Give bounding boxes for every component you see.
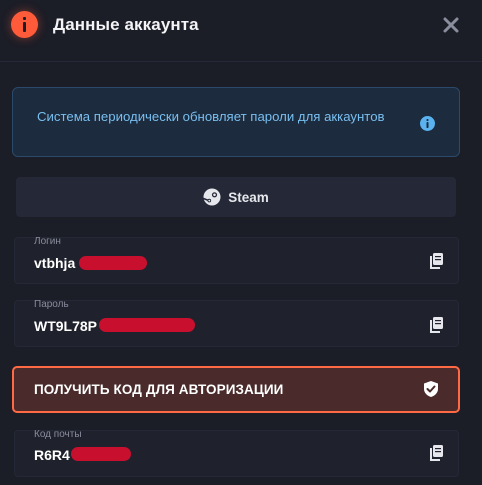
copy-icon[interactable] bbox=[429, 316, 445, 334]
notice-text: Система периодически обновляет пароли дл… bbox=[37, 109, 385, 124]
password-field: Пароль WT9L78P bbox=[14, 299, 459, 347]
shield-check-icon bbox=[424, 381, 438, 397]
email-code-label: Код почты bbox=[34, 429, 82, 440]
password-value: WT9L78P bbox=[34, 318, 98, 334]
get-auth-code-label: ПОЛУЧИТЬ КОД ДЛЯ АВТОРИЗАЦИИ bbox=[34, 382, 284, 397]
email-code-field: Код почты R6R4 bbox=[14, 429, 459, 477]
password-label: Пароль bbox=[34, 299, 69, 310]
steam-icon bbox=[203, 188, 221, 206]
modal-header: Данные аккаунта bbox=[0, 0, 482, 52]
password-redaction bbox=[99, 318, 195, 332]
steam-label: Steam bbox=[228, 189, 269, 205]
copy-icon[interactable] bbox=[429, 444, 445, 462]
login-field: Логин vtbhja bbox=[14, 236, 459, 284]
modal-title: Данные аккаунта bbox=[53, 15, 199, 34]
email-code-value: R6R4 bbox=[34, 447, 70, 463]
header-divider bbox=[0, 61, 482, 62]
get-auth-code-button[interactable]: ПОЛУЧИТЬ КОД ДЛЯ АВТОРИЗАЦИИ bbox=[12, 366, 460, 413]
steam-platform-button[interactable]: Steam bbox=[16, 177, 456, 217]
close-icon bbox=[443, 17, 459, 33]
password-rotation-notice: Система периодически обновляет пароли дл… bbox=[12, 87, 460, 157]
login-redaction bbox=[79, 256, 147, 270]
info-icon bbox=[420, 116, 435, 131]
close-button[interactable] bbox=[441, 15, 461, 35]
login-label: Логин bbox=[34, 236, 61, 247]
login-value: vtbhja bbox=[34, 255, 76, 271]
copy-icon[interactable] bbox=[429, 252, 445, 270]
info-alert-icon bbox=[11, 11, 38, 38]
account-data-modal: Данные аккаунта Система периодически обн… bbox=[0, 0, 482, 485]
email-code-redaction bbox=[71, 447, 131, 461]
